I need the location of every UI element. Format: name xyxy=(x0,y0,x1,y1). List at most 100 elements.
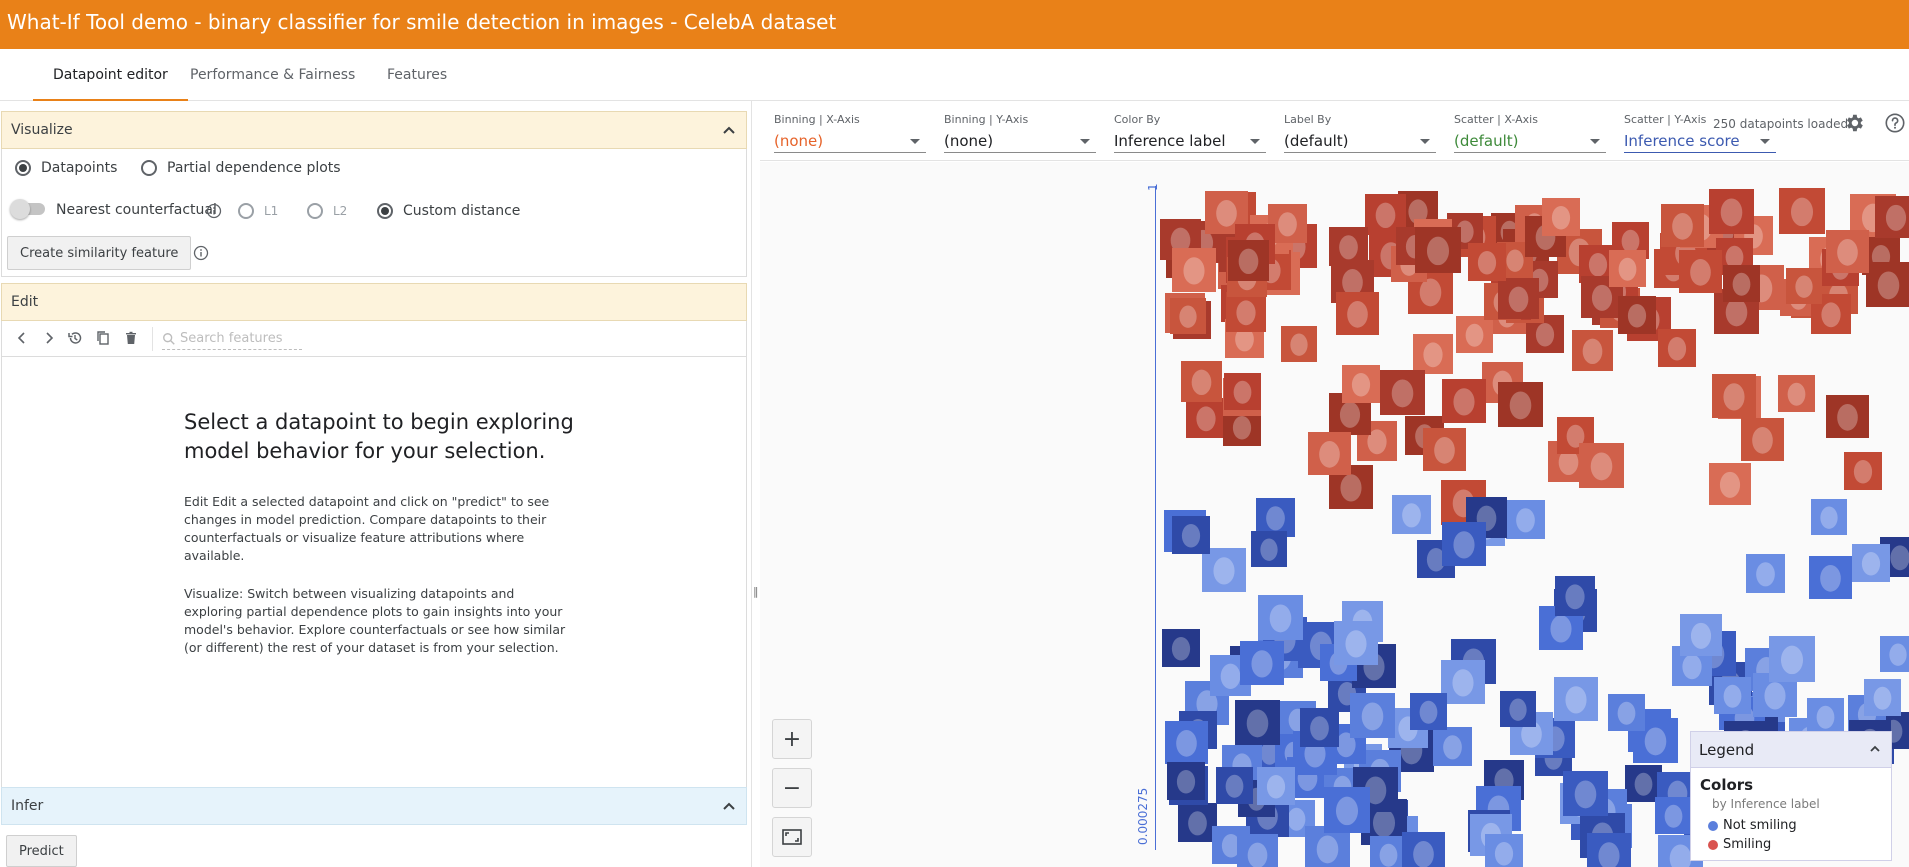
radio-l2[interactable]: L2 xyxy=(307,203,347,219)
infer-title: Infer xyxy=(11,798,44,814)
infer-section-header[interactable]: Infer xyxy=(1,787,747,825)
radio-partial-dependence[interactable]: Partial dependence plots xyxy=(141,160,341,176)
search-features-placeholder: Search features xyxy=(180,331,283,346)
chevron-left-icon[interactable] xyxy=(14,330,30,346)
tab-features[interactable]: Features xyxy=(367,49,467,101)
scatter-y-value: Inference score xyxy=(1624,132,1740,150)
radio-partial-dependence-label: Partial dependence plots xyxy=(167,160,341,176)
app-header: What-If Tool demo - binary classifier fo… xyxy=(0,0,1909,49)
y-axis-bottom-label: 0.000275 xyxy=(1136,787,1150,845)
similarity-info-icon[interactable] xyxy=(193,245,209,261)
dropdown-arrow-icon xyxy=(1420,139,1430,144)
label-by-select[interactable]: (default) xyxy=(1284,129,1436,153)
scatter-y-control[interactable]: Scatter | Y-Axis Inference score xyxy=(1624,113,1776,153)
plot-controls: Binning | X-Axis (none) Binning | Y-Axis… xyxy=(760,101,1909,161)
radio-l2-label: L2 xyxy=(333,204,348,218)
dropdown-arrow-icon xyxy=(1250,139,1260,144)
radio-custom-distance-indicator xyxy=(377,203,393,219)
tab-performance-fairness[interactable]: Performance & Fairness xyxy=(170,49,375,101)
history-icon[interactable] xyxy=(67,330,83,346)
splitter-grip-icon[interactable]: ‖ xyxy=(753,585,759,598)
legend-title: Legend xyxy=(1699,741,1755,759)
legend-item-smiling: Smiling xyxy=(1708,837,1771,852)
legend-subtitle: by Inference label xyxy=(1712,797,1820,811)
radio-datapoints-indicator xyxy=(15,160,31,176)
edit-title: Edit xyxy=(11,294,39,310)
panel-splitter[interactable]: ‖ xyxy=(748,101,760,867)
radio-datapoints-label: Datapoints xyxy=(41,160,118,176)
binning-x-label: Binning | X-Axis xyxy=(774,113,860,126)
binning-y-select[interactable]: (none) xyxy=(944,129,1096,153)
tab-bar: Datapoint editor Performance & Fairness … xyxy=(0,49,1909,133)
legend-header[interactable]: Legend xyxy=(1691,732,1891,768)
chevron-up-icon[interactable] xyxy=(722,799,736,813)
visualize-title: Visualize xyxy=(11,122,73,138)
radio-l1[interactable]: L1 xyxy=(238,203,278,219)
radio-custom-distance-label: Custom distance xyxy=(403,203,521,219)
tab-datapoint-editor[interactable]: Datapoint editor xyxy=(33,49,188,101)
scatter-x-control[interactable]: Scatter | X-Axis (default) xyxy=(1454,113,1606,153)
fit-to-screen-button[interactable] xyxy=(772,817,812,857)
chevron-up-icon[interactable] xyxy=(1869,743,1881,755)
radio-datapoints[interactable]: Datapoints xyxy=(15,160,117,176)
binning-y-value: (none) xyxy=(944,132,994,150)
delete-icon[interactable] xyxy=(123,330,139,346)
edit-toolbar: Search features xyxy=(1,321,747,357)
zoom-out-button[interactable]: − xyxy=(772,768,812,808)
predict-button[interactable]: Predict xyxy=(6,835,77,867)
search-features-input[interactable]: Search features xyxy=(162,328,302,350)
radio-l2-indicator xyxy=(307,203,323,219)
app-title: What-If Tool demo - binary classifier fo… xyxy=(7,10,837,34)
radio-l1-indicator xyxy=(238,203,254,219)
scatter-x-select[interactable]: (default) xyxy=(1454,129,1606,153)
visualize-section-body: Datapoints Partial dependence plots Near… xyxy=(1,149,747,277)
color-by-control[interactable]: Color By Inference label xyxy=(1114,113,1266,153)
binning-x-control[interactable]: Binning | X-Axis (none) xyxy=(774,113,926,153)
legend-item-not-smiling: Not smiling xyxy=(1708,818,1797,833)
chevron-right-icon[interactable] xyxy=(41,330,57,346)
toolbar-divider xyxy=(152,327,153,351)
legend-panel: Legend Colors by Inference label Not smi… xyxy=(1690,731,1892,861)
scatter-y-select[interactable]: Inference score xyxy=(1624,129,1776,153)
color-by-select[interactable]: Inference label xyxy=(1114,129,1266,153)
splitter-bar xyxy=(751,101,752,867)
scatter-y-label: Scatter | Y-Axis xyxy=(1624,113,1707,126)
binning-x-select[interactable]: (none) xyxy=(774,129,926,153)
dropdown-arrow-icon xyxy=(1080,139,1090,144)
legend-section-title: Colors xyxy=(1700,776,1754,794)
search-icon xyxy=(163,332,175,345)
radio-l1-label: L1 xyxy=(264,204,279,218)
chevron-up-icon[interactable] xyxy=(722,123,736,137)
empty-state-edit-paragraph: Edit Edit a selected datapoint and click… xyxy=(184,494,550,563)
zoom-in-button[interactable]: + xyxy=(772,719,812,759)
create-similarity-feature-button[interactable]: Create similarity feature xyxy=(7,236,192,270)
scatter-x-value: (default) xyxy=(1454,132,1519,150)
edit-section-header[interactable]: Edit xyxy=(1,283,747,321)
legend-dot-not-smiling xyxy=(1708,820,1718,831)
binning-y-control[interactable]: Binning | Y-Axis (none) xyxy=(944,113,1096,153)
scatter-x-label: Scatter | X-Axis xyxy=(1454,113,1538,126)
label-by-control[interactable]: Label By (default) xyxy=(1284,113,1436,153)
color-by-label: Color By xyxy=(1114,113,1161,126)
left-panel: Visualize Datapoints Partial dependence … xyxy=(0,101,748,867)
radio-partial-dependence-indicator xyxy=(141,160,157,176)
dropdown-arrow-icon xyxy=(1590,139,1600,144)
empty-state-heading: Select a datapoint to begin exploring mo… xyxy=(184,410,574,463)
color-by-value: Inference label xyxy=(1114,132,1226,150)
legend-label-smiling: Smiling xyxy=(1723,837,1772,852)
dropdown-arrow-icon xyxy=(1760,139,1770,144)
nearest-counterfactual-label: Nearest counterfactual xyxy=(56,202,217,218)
nearest-counterfactual-label-wrap: Nearest counterfactual xyxy=(56,202,217,218)
y-axis-line xyxy=(1155,186,1156,850)
nearest-counterfactual-toggle[interactable] xyxy=(10,199,46,219)
fit-screen-icon xyxy=(782,829,802,845)
copy-icon[interactable] xyxy=(95,330,111,346)
info-icon[interactable] xyxy=(206,203,222,219)
visualize-section-header[interactable]: Visualize xyxy=(1,111,747,149)
label-by-value: (default) xyxy=(1284,132,1349,150)
binning-x-value: (none) xyxy=(774,132,824,150)
radio-custom-distance[interactable]: Custom distance xyxy=(377,203,520,219)
legend-label-not-smiling: Not smiling xyxy=(1723,818,1797,833)
binning-y-label: Binning | Y-Axis xyxy=(944,113,1029,126)
legend-dot-smiling xyxy=(1708,839,1718,850)
